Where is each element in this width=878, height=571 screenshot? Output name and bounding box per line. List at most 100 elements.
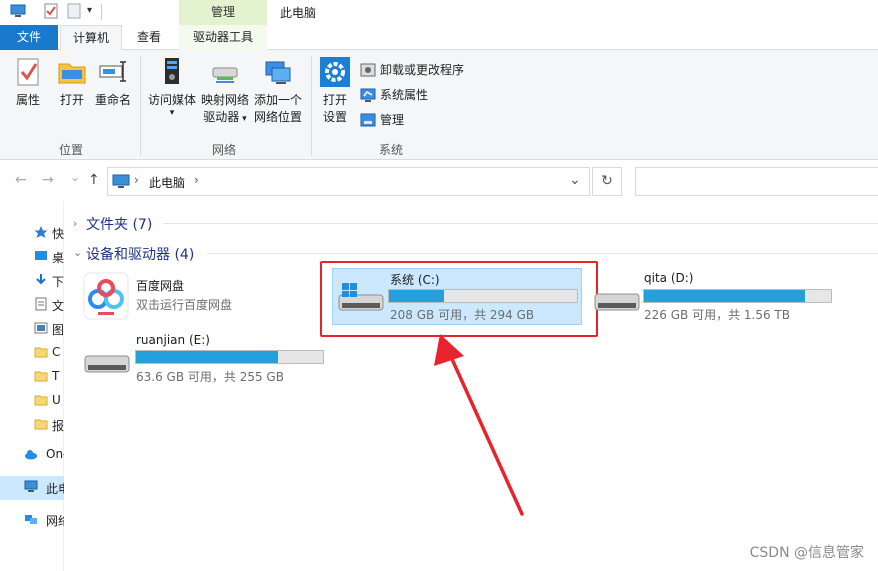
recent-locations-icon[interactable]: ⌄ bbox=[70, 170, 80, 184]
nav-item-label: 网络 bbox=[46, 514, 64, 528]
folder-icon bbox=[34, 369, 48, 383]
access-media-label: 访问媒体 bbox=[147, 93, 196, 107]
drive-e-usage-fill bbox=[136, 351, 279, 363]
document-icon bbox=[34, 297, 48, 311]
nav-item[interactable]: T bbox=[0, 365, 64, 389]
drive-d-item[interactable]: qita (D:) 226 GB 可用，共 1.56 TB bbox=[592, 268, 842, 325]
chevron-down-icon: ▾ bbox=[239, 114, 247, 124]
breadcrumb-separator: › bbox=[194, 173, 199, 187]
nav-item[interactable]: 此电脑 bbox=[0, 476, 64, 500]
open-settings-label-1: 打开 bbox=[322, 93, 347, 107]
map-drive-label-2: 驱动器 bbox=[203, 110, 240, 124]
open-button[interactable]: 打开 bbox=[54, 56, 90, 109]
properties-icon bbox=[12, 56, 44, 88]
rename-button[interactable]: 重命名 bbox=[92, 56, 134, 109]
uninstall-label: 卸载或更改程序 bbox=[380, 63, 465, 77]
add-location-label-1: 添加一个 bbox=[253, 93, 302, 107]
uninstall-icon bbox=[360, 62, 376, 78]
nav-item[interactable]: 图片 bbox=[0, 317, 64, 341]
tab-computer[interactable]: 计算机 bbox=[60, 25, 122, 51]
drive-d-name: qita (D:) bbox=[644, 271, 694, 285]
baidu-netdisk-icon bbox=[83, 272, 129, 320]
group-divider bbox=[140, 56, 141, 156]
up-arrow-icon[interactable]: ↑ bbox=[88, 172, 100, 188]
computer-icon[interactable] bbox=[10, 3, 26, 19]
group-label-network: 网络 bbox=[211, 143, 236, 157]
media-server-icon bbox=[156, 56, 188, 88]
nav-item[interactable]: 文档 bbox=[0, 293, 64, 317]
open-settings-label-2: 设置 bbox=[322, 110, 347, 124]
section-header-folders[interactable]: 文件夹 (7) bbox=[86, 214, 152, 234]
refresh-button[interactable]: ↻ bbox=[592, 167, 622, 196]
nav-item[interactable]: C bbox=[0, 341, 64, 365]
group-divider bbox=[311, 56, 312, 156]
star-icon bbox=[34, 225, 48, 239]
access-media-button[interactable]: 访问媒体 ▾ bbox=[146, 56, 198, 118]
forward-arrow-icon[interactable]: → bbox=[42, 172, 54, 188]
context-tab-header-manage: 管理 bbox=[179, 0, 267, 25]
hard-drive-icon bbox=[594, 292, 640, 317]
tab-drive-tools[interactable]: 驱动器工具 bbox=[179, 25, 267, 50]
computer-icon bbox=[24, 480, 38, 494]
manage-icon bbox=[360, 112, 376, 128]
uninstall-programs-button[interactable]: 卸载或更改程序 bbox=[360, 60, 464, 80]
nav-item-label: T bbox=[52, 369, 60, 383]
address-bar[interactable]: › 此电脑 › ⌄ bbox=[107, 167, 590, 196]
baidu-netdisk-item[interactable]: 百度网盘 双击运行百度网盘 bbox=[80, 272, 310, 322]
folder-icon bbox=[34, 417, 48, 431]
group-label-location: 位置 bbox=[58, 143, 83, 157]
new-folder-quick-icon[interactable] bbox=[66, 3, 82, 19]
folder-open-icon bbox=[56, 56, 88, 88]
baidu-netdisk-subtitle: 双击运行百度网盘 bbox=[136, 298, 233, 312]
back-arrow-icon[interactable]: ← bbox=[15, 172, 27, 188]
network-icon bbox=[24, 512, 38, 526]
map-drive-label-1: 映射网络 bbox=[200, 93, 249, 107]
chevron-down-icon[interactable]: ⌄ bbox=[73, 246, 82, 259]
section-divider bbox=[163, 223, 878, 224]
nav-item[interactable]: 下载 bbox=[0, 269, 64, 293]
gear-icon bbox=[319, 56, 351, 88]
search-input[interactable] bbox=[635, 167, 878, 196]
address-dropdown-icon[interactable]: ⌄ bbox=[569, 172, 581, 188]
nav-item[interactable]: OneDrive bbox=[0, 443, 64, 467]
nav-item-label: 桌面 bbox=[52, 251, 64, 265]
desktop-icon bbox=[34, 249, 48, 263]
nav-item-label: 图片 bbox=[52, 323, 64, 337]
tab-file[interactable]: 文件 bbox=[0, 25, 58, 50]
map-network-drive-button[interactable]: 映射网络 驱动器 ▾ bbox=[199, 56, 251, 128]
drive-d-space: 226 GB 可用，共 1.56 TB bbox=[644, 308, 790, 322]
tab-view[interactable]: 查看 bbox=[124, 25, 174, 50]
nav-item[interactable]: U bbox=[0, 389, 64, 413]
computer-icon bbox=[112, 174, 130, 193]
add-network-location-button[interactable]: 添加一个 网络位置 bbox=[252, 56, 304, 126]
properties-quick-icon[interactable] bbox=[43, 3, 59, 19]
drive-e-item[interactable]: ruanjian (E:) 63.6 GB 可用，共 255 GB bbox=[80, 330, 330, 387]
network-drive-icon bbox=[209, 56, 241, 88]
nav-item[interactable]: 网络 bbox=[0, 508, 64, 532]
drive-d-usage-bar bbox=[643, 289, 832, 303]
manage-button[interactable]: 管理 bbox=[360, 110, 404, 130]
breadcrumb-this-pc[interactable]: 此电脑 bbox=[149, 174, 185, 191]
customize-quick-access-icon[interactable]: ▾ bbox=[87, 5, 92, 16]
nav-item[interactable]: 快速访问 bbox=[0, 221, 64, 245]
manage-label: 管理 bbox=[380, 113, 405, 127]
nav-item-label: 报 bbox=[52, 419, 64, 433]
system-properties-icon bbox=[360, 87, 376, 103]
section-header-devices[interactable]: 设备和驱动器 (4) bbox=[86, 244, 194, 264]
nav-item-label: C bbox=[52, 345, 61, 359]
chevron-right-icon[interactable]: › bbox=[73, 217, 77, 230]
nav-item[interactable]: 桌面 bbox=[0, 245, 64, 269]
nav-item-label: U bbox=[52, 393, 61, 407]
nav-item-label: 快速访问 bbox=[52, 227, 64, 241]
network-location-icon bbox=[262, 56, 294, 88]
cloud-icon bbox=[24, 447, 38, 461]
properties-label: 属性 bbox=[15, 93, 40, 107]
nav-item[interactable]: 报 bbox=[0, 413, 64, 437]
properties-button[interactable]: 属性 bbox=[10, 56, 46, 109]
system-properties-button[interactable]: 系统属性 bbox=[360, 85, 428, 105]
rename-label: 重命名 bbox=[94, 93, 131, 107]
highlight-box bbox=[320, 261, 598, 337]
open-settings-button[interactable]: 打开 设置 bbox=[317, 56, 353, 126]
system-properties-label: 系统属性 bbox=[380, 88, 429, 102]
add-location-label-2: 网络位置 bbox=[253, 110, 302, 124]
